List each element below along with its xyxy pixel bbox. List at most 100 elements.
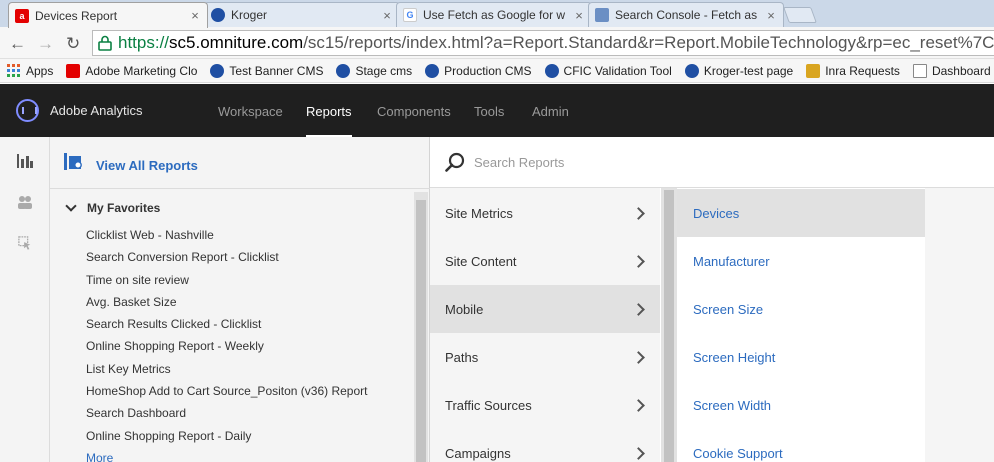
favorite-item[interactable]: List Key Metrics [86, 362, 367, 384]
bookmark-apps[interactable]: Apps [7, 63, 54, 78]
browser-tab-strip: a Devices Report × Kroger × G Use Fetch … [0, 0, 994, 28]
scrollbar-thumb[interactable] [416, 200, 426, 462]
favorite-item[interactable]: Avg. Basket Size [86, 295, 367, 317]
url-host: sc5.omniture.com [169, 33, 304, 52]
category-label: Paths [445, 349, 479, 365]
nav-reports[interactable]: Reports [306, 104, 352, 138]
kroger-icon [336, 63, 351, 78]
nav-components[interactable]: Components [377, 104, 451, 119]
nav-tools[interactable]: Tools [474, 104, 504, 119]
url-scheme: https:// [118, 33, 170, 52]
report-screen-height[interactable]: Screen Height [677, 333, 925, 381]
nav-workspace[interactable]: Workspace [218, 104, 283, 119]
search-console-icon [595, 8, 609, 22]
bookmark-stage-cms[interactable]: Stage cms [336, 63, 413, 78]
kroger-icon [210, 63, 225, 78]
search-reports-input[interactable] [474, 150, 974, 174]
bookmark-adobe-marketing-cloud[interactable]: Adobe Marketing Clo [66, 63, 198, 78]
search-reports-bar [430, 137, 994, 188]
report-cookie-support[interactable]: Cookie Support [677, 429, 925, 462]
my-favorites-toggle[interactable]: My Favorites [64, 200, 160, 215]
category-label: Mobile [445, 301, 484, 317]
favorite-item[interactable]: HomeShop Add to Cart Source_Positon (v36… [86, 384, 367, 406]
nav-admin[interactable]: Admin [532, 104, 569, 119]
app-header: Adobe Analytics Workspace Reports Compon… [0, 84, 994, 138]
report-screen-size[interactable]: Screen Size [677, 285, 925, 333]
bookmark-kroger-test-page[interactable]: Kroger-test page [684, 63, 794, 78]
bookmark-inra-requests[interactable]: Inra Requests [806, 63, 900, 78]
category-site-content[interactable]: Site Content [430, 237, 660, 285]
bookmark-label: Apps [26, 63, 54, 78]
reports-rail-icon[interactable] [17, 154, 33, 168]
browser-tab-fetch-google[interactable]: G Use Fetch as Google for w × [396, 2, 592, 27]
close-icon[interactable]: × [765, 8, 777, 23]
view-all-reports-label: View All Reports [96, 158, 198, 173]
category-label: Traffic Sources [445, 397, 532, 413]
browser-tab-devices-report[interactable]: a Devices Report × [8, 2, 208, 28]
chevron-right-icon [632, 255, 645, 268]
browser-tab-kroger[interactable]: Kroger × [204, 2, 400, 27]
forward-arrow-icon[interactable]: → [37, 34, 54, 54]
users-rail-icon[interactable] [17, 195, 33, 209]
category-paths[interactable]: Paths [430, 333, 660, 381]
favorite-item[interactable]: Online Shopping Report - Weekly [86, 339, 367, 361]
chevron-right-icon [632, 207, 645, 220]
categories-scrollbar[interactable] [661, 188, 677, 462]
category-traffic-sources[interactable]: Traffic Sources [430, 381, 660, 429]
adobe-analytics-logo-icon[interactable] [16, 99, 39, 122]
report-screen-width[interactable]: Screen Width [677, 381, 925, 429]
kroger-icon [544, 63, 559, 78]
scrollbar-thumb[interactable] [664, 190, 674, 462]
report-devices[interactable]: Devices [677, 189, 925, 237]
bookmark-cfic-validation-tool[interactable]: CFIC Validation Tool [544, 63, 672, 78]
tab-title: Use Fetch as Google for w [423, 8, 566, 22]
page-icon [912, 63, 927, 78]
new-tab-button[interactable] [783, 7, 817, 23]
category-campaigns[interactable]: Campaigns [430, 429, 660, 462]
category-mobile[interactable]: Mobile [430, 285, 660, 333]
view-all-reports-link[interactable]: View All Reports [50, 137, 430, 189]
bookmark-label: Kroger-test page [703, 63, 794, 78]
close-icon[interactable]: × [573, 8, 585, 23]
browser-tab-search-console[interactable]: Search Console - Fetch as × [588, 2, 784, 27]
bookmark-label: Stage cms [355, 63, 413, 78]
tab-title: Devices Report [35, 8, 118, 23]
chevron-right-icon [632, 447, 645, 460]
favorite-item[interactable]: Clicklist Web - Nashville [86, 228, 367, 250]
tab-title: Search Console - Fetch as [615, 8, 758, 22]
bookmark-label: Test Banner CMS [229, 63, 324, 78]
bookmark-label: Inra Requests [825, 63, 900, 78]
apps-grid-icon [7, 63, 20, 77]
search-icon [445, 152, 465, 172]
chevron-right-icon [632, 303, 645, 316]
favorites-list: Clicklist Web - Nashville Search Convers… [86, 228, 367, 462]
kroger-icon [684, 63, 699, 78]
bookmark-label: Adobe Marketing Clo [85, 63, 198, 78]
left-rail [0, 137, 50, 462]
bookmark-icon [806, 63, 821, 78]
cursor-rail-icon[interactable] [17, 236, 33, 250]
chevron-right-icon [632, 351, 645, 364]
chevron-down-icon [65, 200, 77, 212]
close-icon[interactable]: × [381, 8, 393, 23]
favorites-scrollbar[interactable] [414, 192, 428, 462]
category-site-metrics[interactable]: Site Metrics [430, 189, 660, 237]
close-icon[interactable]: × [189, 8, 201, 23]
favorite-item[interactable]: Time on site review [86, 273, 367, 295]
favorite-item[interactable]: Online Shopping Report - Daily [86, 429, 367, 451]
back-arrow-icon[interactable]: ← [9, 34, 26, 54]
reports-folder-icon [64, 153, 82, 170]
bookmark-dashboard[interactable]: Dashboard [912, 63, 991, 78]
reports-menu-panel: View All Reports My Favorites Clicklist … [50, 137, 430, 462]
bookmark-test-banner-cms[interactable]: Test Banner CMS [210, 63, 324, 78]
favorite-item[interactable]: Search Conversion Report - Clicklist [86, 250, 367, 272]
favorite-item[interactable]: Search Dashboard [86, 406, 367, 428]
reload-icon[interactable]: ↻ [66, 34, 80, 54]
bookmark-production-cms[interactable]: Production CMS [425, 63, 532, 78]
favorites-more-link[interactable]: More [86, 451, 367, 462]
report-manufacturer[interactable]: Manufacturer [677, 237, 925, 285]
url-field[interactable]: https:// sc5.omniture.com /sc15/reports/… [92, 30, 994, 56]
favorite-item[interactable]: Search Results Clicked - Clicklist [86, 317, 367, 339]
lock-icon [98, 35, 112, 51]
adobe-icon: a [15, 8, 29, 23]
